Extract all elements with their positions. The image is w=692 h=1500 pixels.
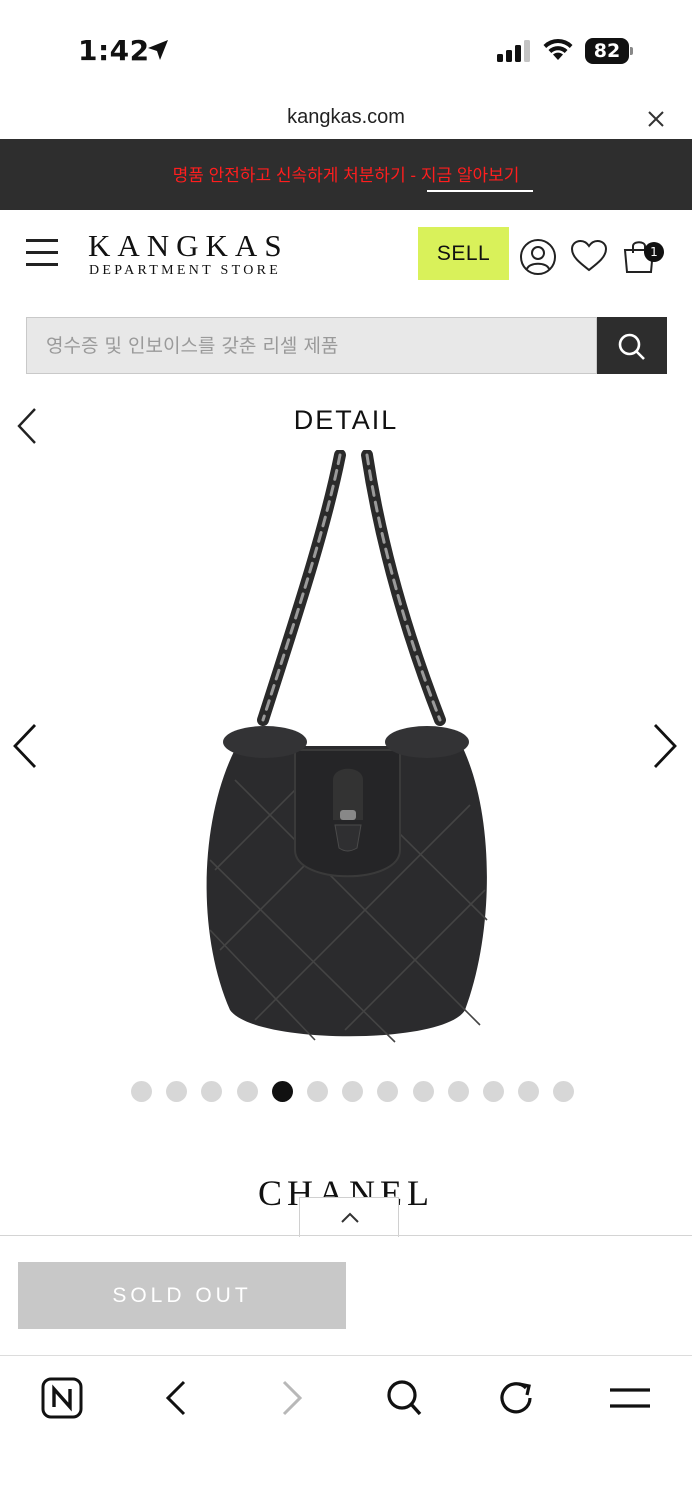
- location-arrow-icon: [148, 40, 168, 60]
- pagination-dot[interactable]: [447, 1081, 469, 1102]
- previous-image-arrow-icon[interactable]: [10, 722, 40, 770]
- url-bar[interactable]: kangkas.com: [0, 100, 692, 140]
- pagination-dot[interactable]: [166, 1081, 188, 1102]
- pagination-dot[interactable]: [553, 1081, 575, 1102]
- battery-cap: [630, 47, 633, 55]
- pagination-dot-active[interactable]: [271, 1081, 293, 1102]
- promo-link[interactable]: 지금 알아보기: [421, 166, 520, 185]
- promo-link-underline: [427, 190, 533, 192]
- page-title: DETAIL: [293, 405, 399, 435]
- sell-button[interactable]: SELL: [418, 227, 509, 280]
- heart-icon[interactable]: [570, 239, 608, 273]
- pagination-dot[interactable]: [342, 1081, 364, 1102]
- promo-banner[interactable]: 명품 안전하고 신속하게 처분하기 - 지금 알아보기: [0, 139, 692, 210]
- wifi-icon: [543, 38, 573, 60]
- promo-main-text: 명품 안전하고 신속하게 처분하기 -: [172, 166, 421, 185]
- battery-indicator: 82: [585, 38, 633, 64]
- browser-toolbar: [0, 1356, 692, 1500]
- forward-icon[interactable]: [266, 1376, 316, 1420]
- search-icon: [618, 333, 645, 360]
- pagination-dot[interactable]: [307, 1081, 328, 1102]
- pagination-dot[interactable]: [518, 1081, 540, 1102]
- status-bar: 1:42 82: [0, 0, 692, 100]
- logo-subtitle[interactable]: DEPARTMENT STORE: [89, 263, 281, 279]
- battery-level: 82: [585, 38, 629, 64]
- status-time: 1:42: [78, 34, 150, 67]
- sold-out-button[interactable]: SOLD OUT: [18, 1262, 346, 1329]
- close-icon[interactable]: [645, 108, 667, 130]
- search-input[interactable]: [26, 317, 597, 374]
- collapse-toggle[interactable]: [299, 1197, 399, 1237]
- chevron-up-icon: [341, 1212, 359, 1223]
- hamburger-menu-icon[interactable]: [26, 239, 58, 266]
- cellular-signal-icon: [497, 40, 530, 62]
- naver-n-icon[interactable]: [38, 1376, 88, 1420]
- pagination-dot[interactable]: [201, 1081, 223, 1102]
- image-pagination-dots: [131, 1081, 591, 1103]
- pagination-dot[interactable]: [412, 1081, 434, 1102]
- pagination-dot[interactable]: [377, 1081, 399, 1102]
- site-header: KANGKAS DEPARTMENT STORE SELL 1: [0, 210, 692, 310]
- pagination-dot[interactable]: [131, 1081, 152, 1102]
- search-bar: [26, 317, 667, 374]
- back-icon[interactable]: [152, 1376, 202, 1420]
- user-icon[interactable]: [519, 238, 557, 276]
- search-button[interactable]: [597, 317, 667, 374]
- refresh-icon[interactable]: [492, 1376, 542, 1420]
- search-icon[interactable]: [380, 1376, 430, 1420]
- promo-text[interactable]: 명품 안전하고 신속하게 처분하기 - 지금 알아보기: [0, 161, 692, 186]
- divider: [0, 1235, 692, 1236]
- cart-count-badge: 1: [644, 242, 664, 262]
- next-image-arrow-icon[interactable]: [650, 722, 680, 770]
- pagination-dot[interactable]: [483, 1081, 504, 1102]
- pagination-dot[interactable]: [236, 1081, 258, 1102]
- product-image[interactable]: [195, 450, 495, 1050]
- menu-icon[interactable]: [605, 1376, 655, 1420]
- logo-wordmark[interactable]: KANGKAS: [88, 228, 289, 264]
- url-text[interactable]: kangkas.com: [0, 106, 692, 129]
